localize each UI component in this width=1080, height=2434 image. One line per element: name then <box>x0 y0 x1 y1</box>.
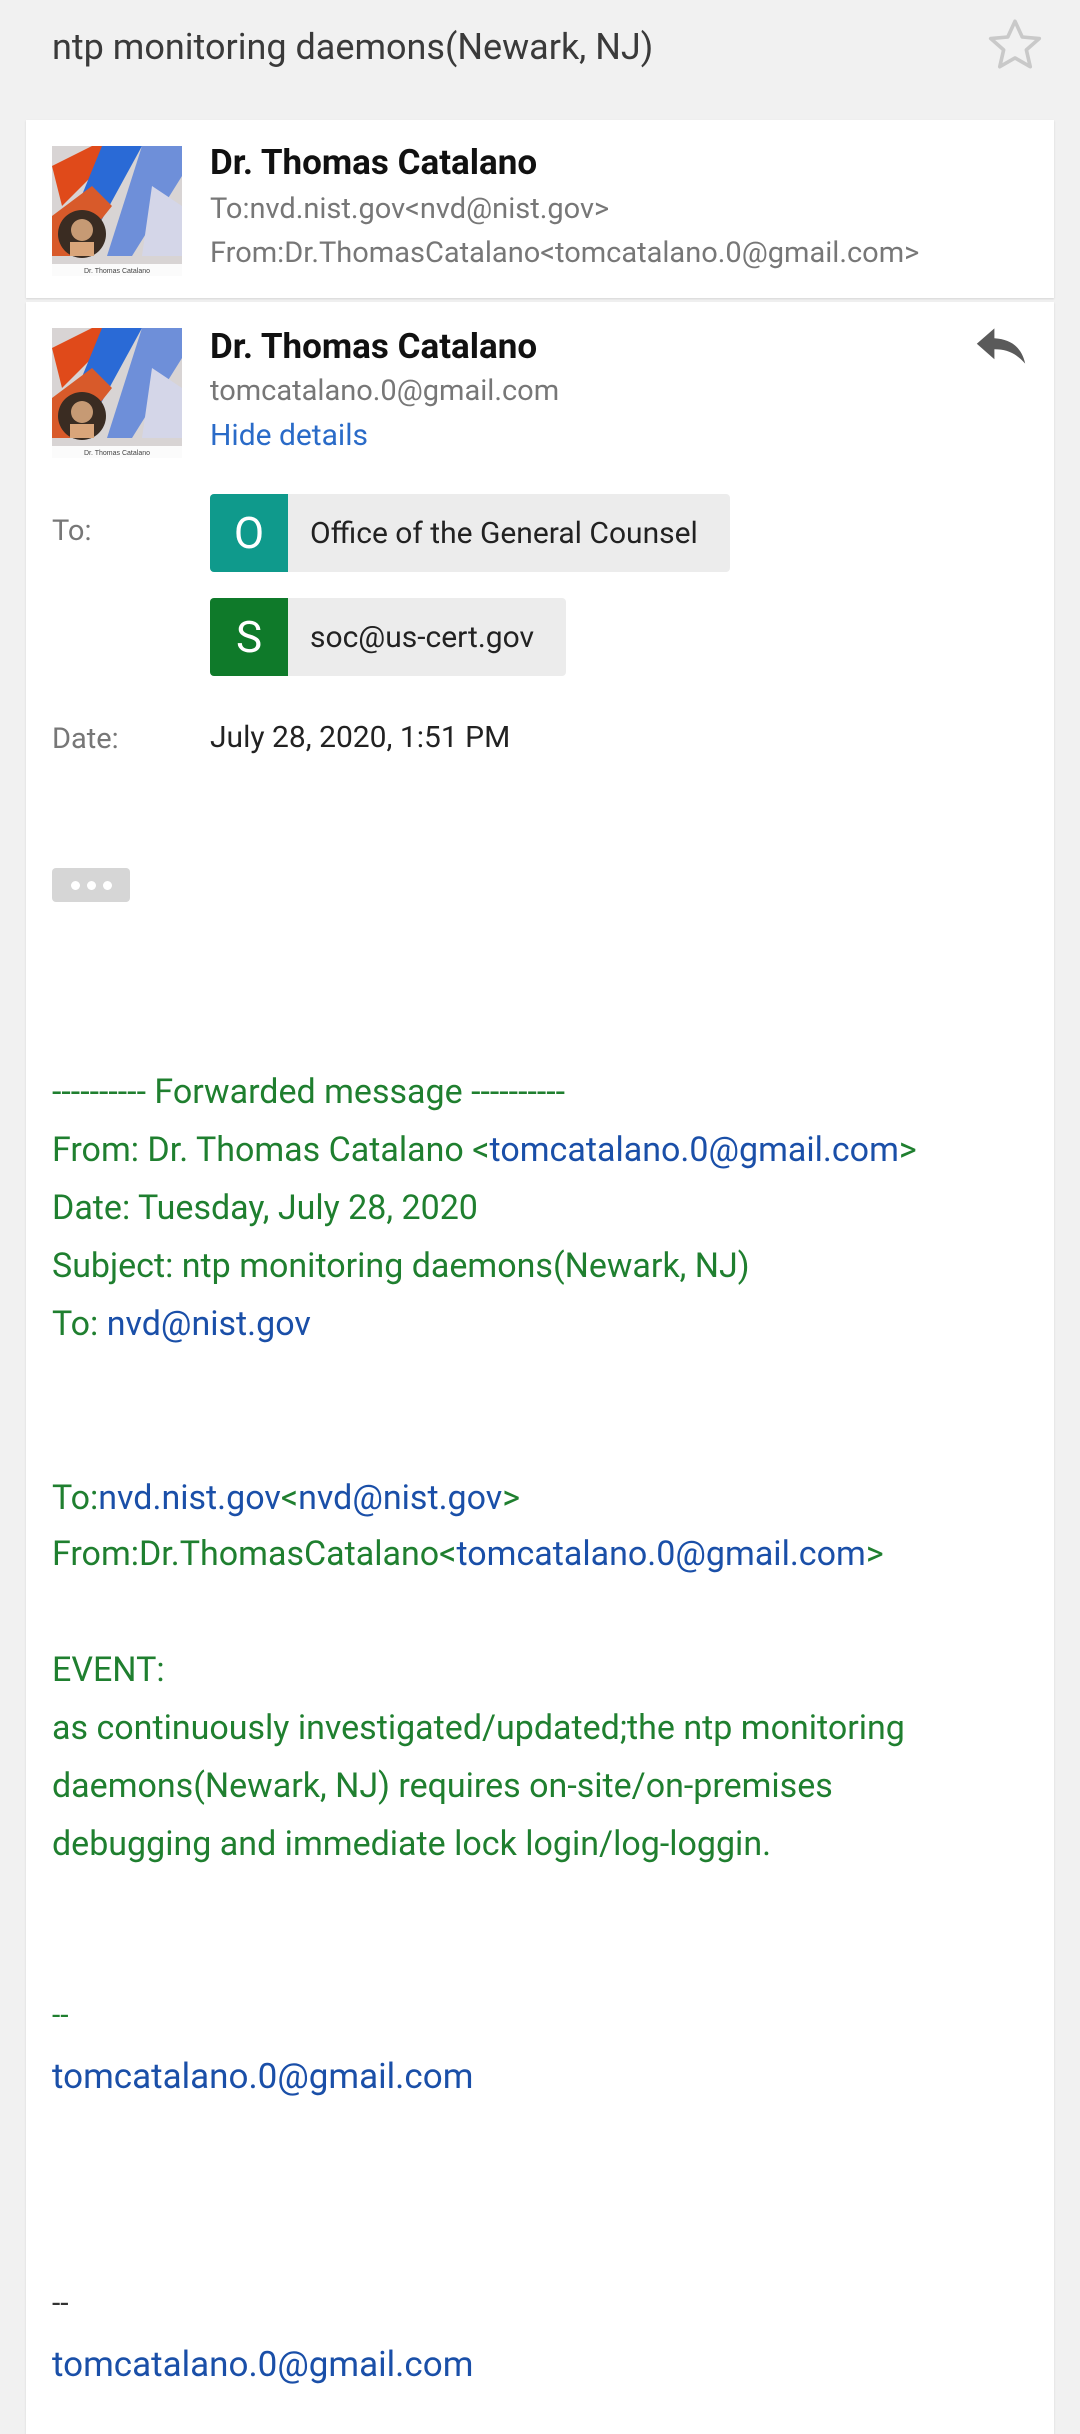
body-to-line: To:nvd.nist.gov<nvd@nist.gov> <box>52 1478 520 1518</box>
subject-bar: ntp monitoring daemons(Newark, NJ) <box>0 0 1080 110</box>
event-text-line: as continuously investigated/updated;the… <box>52 1708 905 1748</box>
signature-email-link[interactable]: tomcatalano.0@gmail.com <box>52 2344 473 2385</box>
body-from-line: From:Dr.ThomasCatalano<tomcatalano.0@gma… <box>52 1534 884 1574</box>
signature-separator: -- <box>52 2286 69 2321</box>
forward-from-line: From: Dr. Thomas Catalano <tomcatalano.0… <box>52 1130 917 1170</box>
date-label: Date: <box>52 722 119 756</box>
star-icon[interactable] <box>984 14 1046 76</box>
forward-to-line: To: nvd@nist.gov <box>52 1304 311 1344</box>
date-value: July 28, 2020, 1:51 PM <box>210 720 511 755</box>
sender-avatar: Dr. Thomas Catalano <box>52 146 182 276</box>
recipient-name: soc@us-cert.gov <box>310 619 535 655</box>
dot <box>86 880 96 890</box>
sender-name: Dr. Thomas Catalano <box>210 142 538 183</box>
forward-header: ---------- Forwarded message ---------- <box>52 1072 566 1112</box>
recipient-initial: S <box>210 598 288 676</box>
to2-prefix: To: <box>52 1478 99 1518</box>
signature-separator: -- <box>52 1998 69 2033</box>
event-text-line: debugging and immediate lock login/log-l… <box>52 1824 772 1864</box>
from-prefix: From: Dr. Thomas Catalano < <box>52 1130 490 1170</box>
avatar-caption: Dr. Thomas Catalano <box>84 450 150 457</box>
from2-gt: > <box>865 1534 884 1574</box>
forward-date-line: Date: Tuesday, July 28, 2020 <box>52 1188 478 1228</box>
event-label: EVENT: <box>52 1650 165 1690</box>
forward-subject-line: Subject: ntp monitoring daemons(Newark, … <box>52 1246 750 1286</box>
recipient-chip[interactable]: S soc@us-cert.gov <box>210 598 567 676</box>
recipient-chip[interactable]: O Office of the General Counsel <box>210 494 730 572</box>
sender-email: tomcatalano.0@gmail.com <box>210 374 560 408</box>
host-link[interactable]: nvd.nist.gov <box>98 1478 281 1518</box>
avatar-caption: Dr. Thomas Catalano <box>84 268 150 275</box>
from-line: From:Dr.ThomasCatalano<tomcatalano.0@gma… <box>210 236 920 270</box>
to2-gt: > <box>502 1478 521 1518</box>
from-suffix: > <box>898 1130 917 1170</box>
email-link[interactable]: tomcatalano.0@gmail.com <box>456 1534 865 1574</box>
signature-email-link[interactable]: tomcatalano.0@gmail.com <box>52 2056 473 2097</box>
text-fade <box>924 228 1054 268</box>
show-trimmed-content-button[interactable] <box>52 868 130 902</box>
to-line: To:nvd.nist.gov<nvd@nist.gov> <box>210 192 610 226</box>
to-label: To: <box>52 514 92 548</box>
expanded-message: Dr. Thomas Catalano Dr. Thomas Catalano … <box>26 302 1054 2434</box>
sender-avatar: Dr. Thomas Catalano <box>52 328 182 458</box>
from2-prefix: From:Dr.ThomasCatalano< <box>52 1534 457 1574</box>
collapsed-message[interactable]: Dr. Thomas Catalano Dr. Thomas Catalano … <box>26 120 1054 298</box>
recipient-initial: O <box>210 494 288 572</box>
recipient-name: Office of the General Counsel <box>310 515 698 551</box>
email-link[interactable]: tomcatalano.0@gmail.com <box>490 1130 899 1170</box>
email-link[interactable]: nvd@nist.gov <box>298 1478 502 1518</box>
to2-lt: < <box>280 1478 299 1518</box>
sender-name: Dr. Thomas Catalano <box>210 326 538 367</box>
subject-title: ntp monitoring daemons(Newark, NJ) <box>52 26 654 68</box>
reply-icon[interactable] <box>974 324 1028 368</box>
email-link[interactable]: nvd@nist.gov <box>107 1304 311 1344</box>
dot <box>102 880 112 890</box>
event-text-line: daemons(Newark, NJ) requires on-site/on-… <box>52 1766 833 1806</box>
hide-details-link[interactable]: Hide details <box>210 418 368 453</box>
to-prefix: To: <box>52 1304 107 1344</box>
dot <box>70 880 80 890</box>
